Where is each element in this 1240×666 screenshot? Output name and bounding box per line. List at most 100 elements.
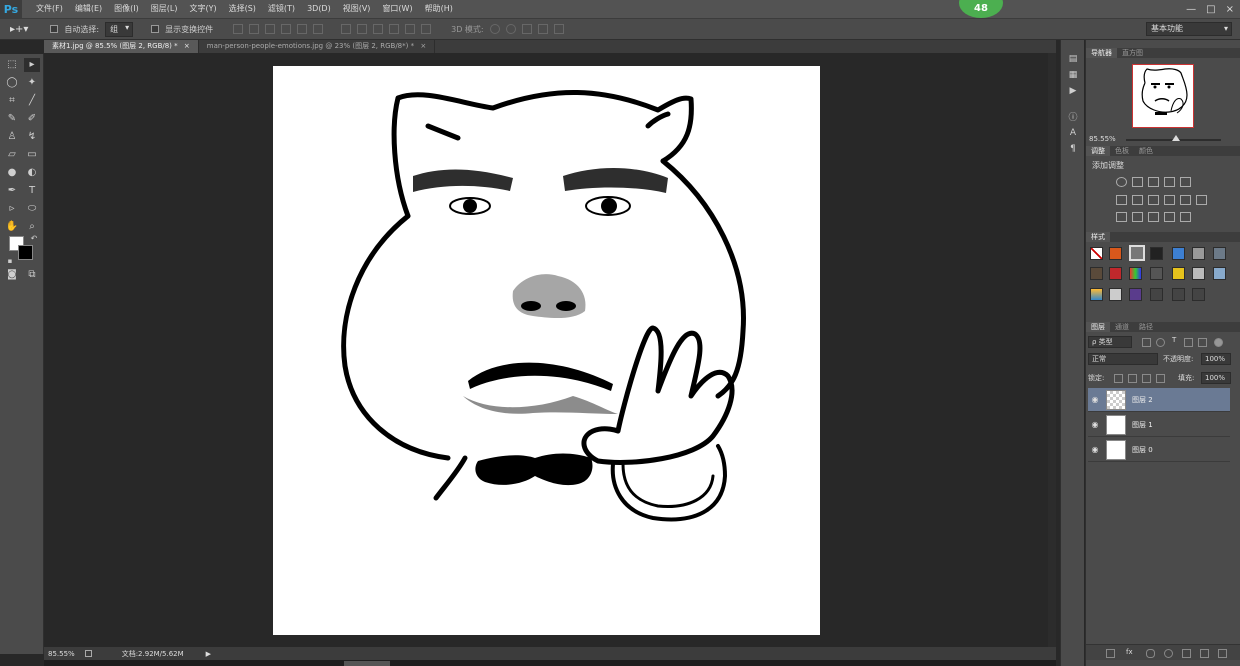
color-balance-icon[interactable] bbox=[1132, 195, 1143, 205]
quick-mask-icon[interactable]: ◙ bbox=[4, 268, 20, 282]
new-layer-icon[interactable] bbox=[1200, 649, 1209, 658]
tab-adjustments[interactable]: 调整 bbox=[1086, 146, 1110, 156]
path-selection-tool-icon[interactable]: ▹ bbox=[4, 202, 20, 216]
zoom-readout[interactable]: 85.55% bbox=[48, 650, 75, 658]
vibrance-icon[interactable] bbox=[1180, 177, 1191, 187]
layer-row[interactable]: ◉ 图层 2 bbox=[1088, 388, 1230, 412]
lock-transparent-icon[interactable] bbox=[1114, 374, 1123, 383]
dodge-tool-icon[interactable]: ◐ bbox=[24, 166, 40, 180]
ellipse-tool-icon[interactable]: ⬭ bbox=[24, 202, 40, 216]
style-blue[interactable] bbox=[1172, 247, 1185, 260]
tab-color[interactable]: 颜色 bbox=[1134, 146, 1158, 156]
minimize-button[interactable]: — bbox=[1186, 4, 1196, 15]
swap-colors-icon[interactable]: ↶ bbox=[26, 232, 42, 246]
workspace-switcher[interactable]: 基本功能 bbox=[1146, 22, 1232, 36]
style-sky[interactable] bbox=[1213, 267, 1226, 280]
channel-mixer-icon[interactable] bbox=[1180, 195, 1191, 205]
auto-select-checkbox[interactable] bbox=[50, 25, 59, 33]
filter-adjustment-icon[interactable] bbox=[1156, 338, 1165, 347]
filter-pixel-icon[interactable] bbox=[1142, 338, 1151, 347]
style-gray[interactable] bbox=[1192, 247, 1205, 260]
character-panel-icon[interactable]: A bbox=[1066, 128, 1080, 140]
tab-paths[interactable]: 路径 bbox=[1134, 322, 1158, 332]
blur-tool-icon[interactable]: ● bbox=[4, 166, 20, 180]
tab-styles[interactable]: 样式 bbox=[1086, 232, 1110, 242]
photo-filter-icon[interactable] bbox=[1164, 195, 1175, 205]
tab-doc-2[interactable]: man-person-people-emotions.jpg @ 23% (图层… bbox=[199, 40, 436, 53]
hand-tool-icon[interactable]: ✋ bbox=[4, 220, 20, 234]
tab-doc-1[interactable]: 素材1.jpg @ 85.5% (图层 2, RGB/8) * × bbox=[44, 40, 199, 53]
history-brush-tool-icon[interactable]: ↯ bbox=[24, 130, 40, 144]
align-hcenter-icon[interactable] bbox=[297, 24, 308, 34]
layer-style-icon[interactable]: fx bbox=[1126, 648, 1133, 656]
marquee-tool-icon[interactable]: ⬚ bbox=[4, 58, 20, 72]
add-mask-icon[interactable] bbox=[1146, 649, 1155, 658]
black-white-icon[interactable] bbox=[1148, 195, 1159, 205]
crop-tool-icon[interactable]: ⌗ bbox=[4, 94, 20, 108]
gradient-map-icon[interactable] bbox=[1164, 212, 1175, 222]
healing-brush-tool-icon[interactable]: ✎ bbox=[4, 112, 20, 126]
layer-row[interactable]: ◉ 图层 0 bbox=[1088, 438, 1230, 462]
fill-field[interactable]: 100% bbox=[1201, 372, 1231, 384]
threshold-icon[interactable] bbox=[1148, 212, 1159, 222]
style-empty-1[interactable] bbox=[1150, 288, 1163, 301]
style-sunset[interactable] bbox=[1090, 288, 1103, 301]
exposure-icon[interactable] bbox=[1164, 177, 1175, 187]
clone-stamp-tool-icon[interactable]: ♙ bbox=[4, 130, 20, 144]
tab-swatches[interactable]: 色板 bbox=[1110, 146, 1134, 156]
3d-rotate-icon[interactable] bbox=[489, 24, 500, 34]
style-yellow[interactable] bbox=[1172, 267, 1185, 280]
style-empty-3[interactable] bbox=[1192, 288, 1205, 301]
menu-window[interactable]: 窗口(W) bbox=[376, 0, 418, 18]
tab-navigator[interactable]: 导航器 bbox=[1086, 48, 1117, 58]
filter-smart-object-icon[interactable] bbox=[1198, 338, 1207, 347]
menu-3d[interactable]: 3D(D) bbox=[301, 0, 337, 18]
3d-pan-icon[interactable] bbox=[521, 24, 532, 34]
status-menu-arrow-icon[interactable]: ▶ bbox=[206, 650, 211, 658]
blend-mode-dropdown[interactable]: 正常 bbox=[1088, 353, 1158, 365]
move-tool-preset-icon[interactable]: ▸+▾ bbox=[10, 24, 28, 35]
filter-toggle-icon[interactable] bbox=[1214, 338, 1223, 347]
distribute-bottom-icon[interactable] bbox=[373, 24, 384, 34]
distribute-top-icon[interactable] bbox=[341, 24, 352, 34]
style-light[interactable] bbox=[1109, 288, 1122, 301]
status-share-icon[interactable] bbox=[84, 650, 92, 657]
tab-histogram[interactable]: 直方图 bbox=[1117, 48, 1148, 58]
maximize-button[interactable]: □ bbox=[1206, 4, 1215, 15]
style-brown[interactable] bbox=[1090, 267, 1103, 280]
menu-view[interactable]: 视图(V) bbox=[337, 0, 377, 18]
new-group-icon[interactable] bbox=[1182, 649, 1191, 658]
lock-position-icon[interactable] bbox=[1142, 374, 1151, 383]
menu-type[interactable]: 文字(Y) bbox=[183, 0, 222, 18]
3d-roll-icon[interactable] bbox=[505, 24, 516, 34]
layer-kind-filter[interactable]: ρ 类型 bbox=[1088, 336, 1132, 348]
distribute-vcenter-icon[interactable] bbox=[357, 24, 368, 34]
navigator-thumbnail[interactable] bbox=[1132, 64, 1194, 128]
canvas-area[interactable] bbox=[44, 53, 1056, 647]
hue-saturation-icon[interactable] bbox=[1116, 195, 1127, 205]
menu-edit[interactable]: 编辑(E) bbox=[69, 0, 108, 18]
menu-image[interactable]: 图像(I) bbox=[108, 0, 145, 18]
invert-icon[interactable] bbox=[1116, 212, 1127, 222]
new-adjustment-icon[interactable] bbox=[1164, 649, 1173, 658]
default-colors-icon[interactable]: ▪ bbox=[2, 254, 18, 268]
menu-select[interactable]: 选择(S) bbox=[223, 0, 262, 18]
history-panel-icon[interactable]: ▤ bbox=[1066, 54, 1080, 66]
style-purple[interactable] bbox=[1129, 288, 1142, 301]
pen-tool-icon[interactable]: ✒ bbox=[4, 184, 20, 198]
gradient-tool-icon[interactable]: ▭ bbox=[24, 148, 40, 162]
style-charcoal[interactable] bbox=[1150, 267, 1163, 280]
menu-filter[interactable]: 滤镜(T) bbox=[262, 0, 301, 18]
distribute-hcenter-icon[interactable] bbox=[405, 24, 416, 34]
screen-mode-icon[interactable]: ⧉ bbox=[24, 268, 40, 282]
menu-file[interactable]: 文件(F) bbox=[30, 0, 69, 18]
visibility-eye-icon[interactable]: ◉ bbox=[1088, 420, 1102, 429]
style-none[interactable] bbox=[1090, 247, 1103, 260]
menu-help[interactable]: 帮助(H) bbox=[419, 0, 459, 18]
opacity-field[interactable]: 100% bbox=[1201, 353, 1231, 365]
type-tool-icon[interactable]: T bbox=[24, 184, 40, 198]
auto-select-dropdown[interactable]: 组 bbox=[105, 21, 134, 37]
filter-type-icon[interactable]: T bbox=[1172, 336, 1176, 344]
style-dark[interactable] bbox=[1150, 247, 1163, 260]
document-canvas[interactable] bbox=[273, 66, 820, 635]
